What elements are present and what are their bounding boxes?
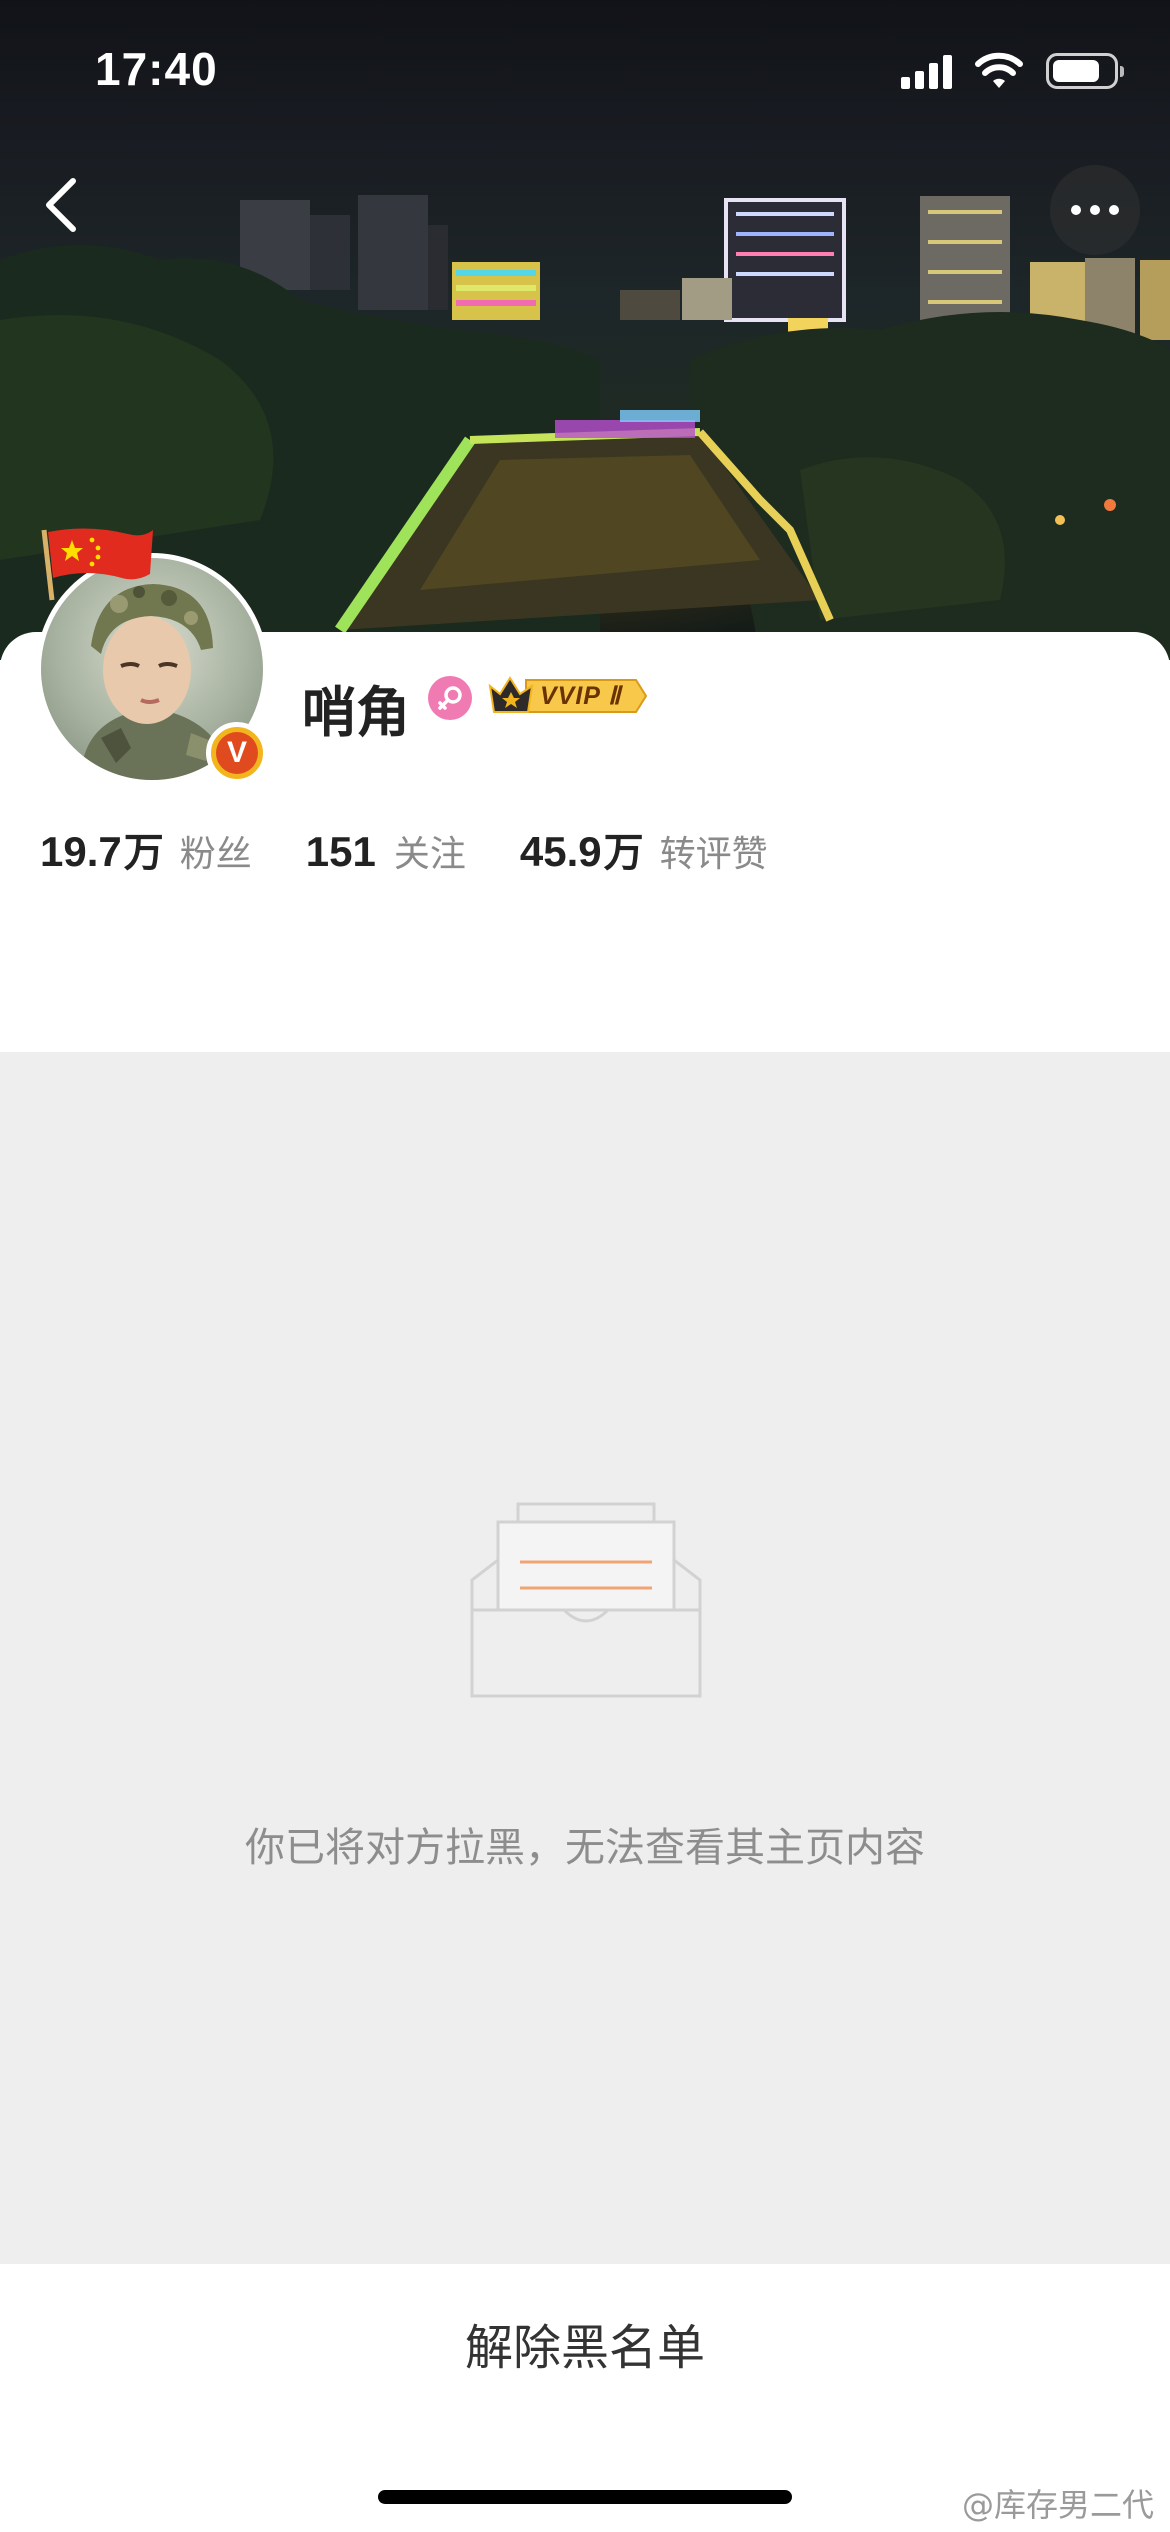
more-dots-icon [1071,205,1081,215]
verified-badge: V [206,722,268,784]
female-icon [428,676,472,720]
stat-followers[interactable]: 19.7 万 粉丝 [40,820,252,878]
cellular-signal-icon [901,53,952,89]
more-options-button[interactable] [1050,165,1140,255]
chevron-left-icon [46,178,76,232]
china-flag-icon [41,528,153,601]
battery-icon [1046,53,1124,89]
wifi-icon [975,52,1023,88]
username: 哨角 [302,681,410,744]
status-time: 17:40 [95,43,218,95]
stat-reposts-comments-likes[interactable]: 45.9 万 转评赞 [520,820,768,878]
home-indicator[interactable] [378,2490,792,2504]
blocked-message: 你已将对方拉黑，无法查看其主页内容 [245,1825,925,1871]
stat-following[interactable]: 151 关注 [306,825,466,877]
back-button[interactable] [26,170,96,240]
profile-stats: 19.7 万 粉丝 151 关注 45.9 万 转评赞 [40,820,822,878]
unblock-button[interactable]: 解除黑名单 [385,2312,785,2384]
empty-inbox-icon [470,1502,702,1698]
watermark: @库存男二代 [961,2486,1154,2524]
vip-label: VVIP Ⅱ [540,682,622,710]
status-icons [901,52,1124,90]
